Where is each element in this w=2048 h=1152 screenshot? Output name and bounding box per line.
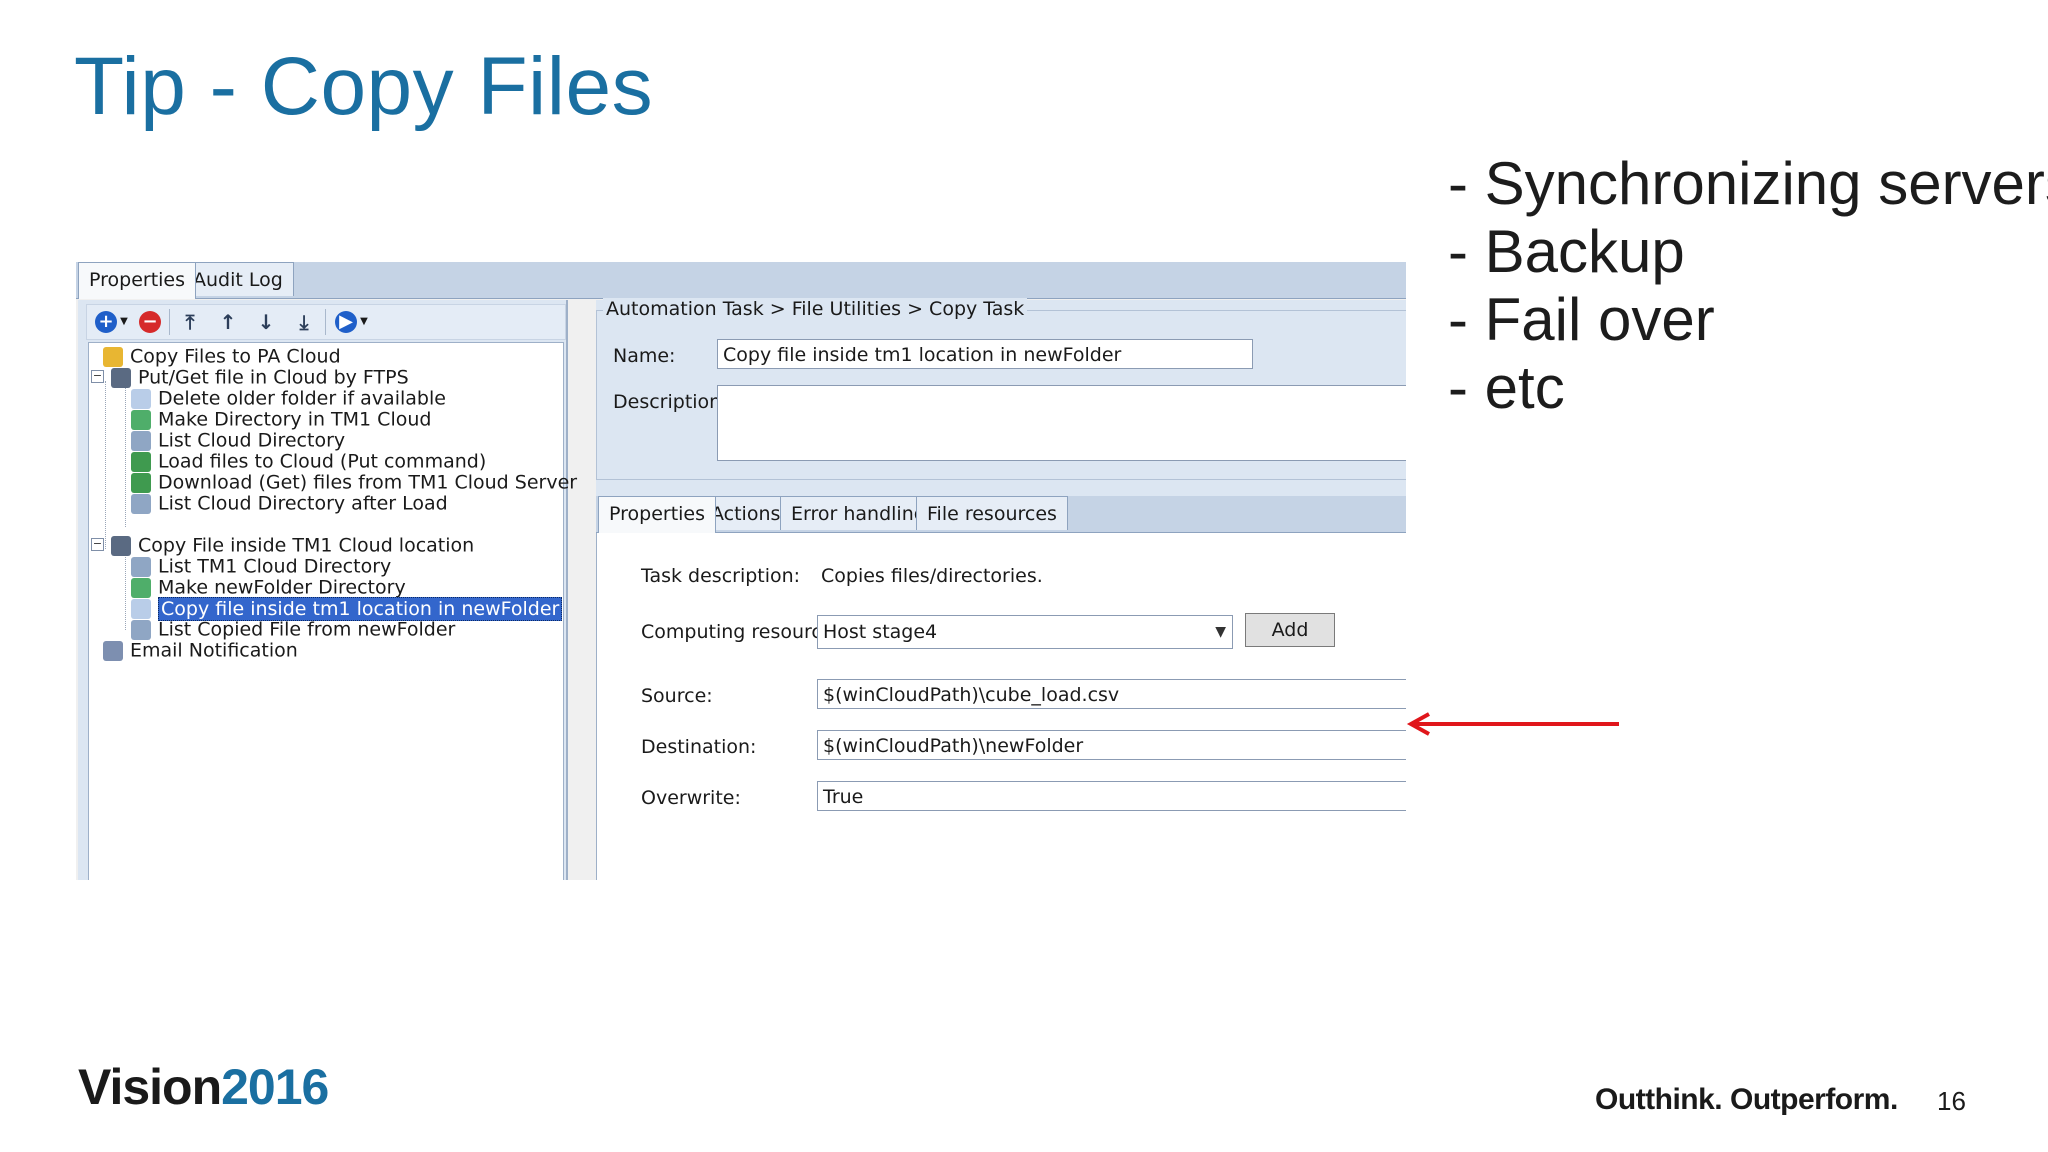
add-icon[interactable]: + bbox=[95, 311, 117, 333]
remove-icon[interactable]: − bbox=[139, 311, 161, 333]
collapse-icon[interactable]: − bbox=[91, 370, 104, 383]
source-field[interactable]: $(winCloudPath)\cube_load.csv bbox=[817, 679, 1406, 709]
subtab-error-handling[interactable]: Error handling bbox=[780, 496, 937, 530]
destination-field[interactable]: $(winCloudPath)\newFolder bbox=[817, 730, 1406, 760]
tab-audit-log[interactable]: Audit Log bbox=[182, 262, 294, 296]
move-bottom-icon[interactable]: ⤓ bbox=[291, 309, 317, 335]
task-groupbox: Automation Task > File Utilities > Copy … bbox=[596, 298, 1406, 480]
subtab-file-resources[interactable]: File resources bbox=[916, 496, 1068, 530]
task-description-label: Task description: bbox=[641, 565, 801, 587]
name-field[interactable]: Copy file inside tm1 location in newFold… bbox=[717, 339, 1253, 369]
computing-resource-value: Host stage4 bbox=[823, 621, 938, 643]
tree-toolbar: + ▼ − ⤒ ↑ ↓ ⤓ ▶ ▼ bbox=[86, 304, 566, 340]
name-label: Name: bbox=[613, 345, 676, 367]
subtab-properties[interactable]: Properties bbox=[598, 496, 717, 533]
bullet-item: - etc bbox=[1448, 354, 1565, 421]
toolbar-divider bbox=[325, 309, 326, 335]
list-dir-icon bbox=[131, 493, 151, 514]
description-field[interactable] bbox=[717, 385, 1406, 461]
task-subtab-bar: Properties Actions Error handling File r… bbox=[596, 496, 1406, 533]
add-button[interactable]: Add bbox=[1245, 613, 1335, 647]
tasklist-icon bbox=[111, 535, 131, 556]
slide-title: Tip - Copy Files bbox=[74, 41, 654, 132]
chevron-down-icon[interactable]: ▼ bbox=[359, 309, 369, 335]
vision-logo: Vision2016 bbox=[78, 1058, 329, 1116]
move-up-icon[interactable]: ↑ bbox=[215, 309, 241, 335]
app-screenshot: Properties Audit Log + ▼ − ⤒ ↑ ↓ ⤓ ▶ ▼ C… bbox=[76, 250, 1406, 880]
tree-item[interactable]: Email Notification bbox=[103, 637, 298, 663]
logo-text-year: 2016 bbox=[221, 1059, 329, 1115]
tree-line bbox=[125, 381, 126, 527]
chevron-down-icon: ▼ bbox=[1215, 624, 1226, 640]
chevron-down-icon[interactable]: ▼ bbox=[119, 309, 129, 335]
move-down-icon[interactable]: ↓ bbox=[253, 309, 279, 335]
bullet-item: - Backup bbox=[1448, 218, 1685, 285]
tree-line bbox=[105, 381, 106, 549]
tagline: Outthink. Outperform. bbox=[1595, 1083, 1898, 1116]
run-icon[interactable]: ▶ bbox=[335, 311, 357, 333]
tree-item[interactable]: List Cloud Directory after Load bbox=[131, 490, 448, 516]
breadcrumb: Automation Task > File Utilities > Copy … bbox=[603, 298, 1028, 320]
source-label: Source: bbox=[641, 685, 713, 707]
red-arrow-icon bbox=[1406, 712, 1619, 736]
task-description-value: Copies files/directories. bbox=[821, 565, 1043, 587]
description-label: Description: bbox=[613, 391, 728, 413]
bullet-item: - Fail over bbox=[1448, 286, 1715, 353]
bullet-list: - Synchronizing servers - Backup - Fail … bbox=[1448, 150, 2048, 422]
tab-properties[interactable]: Properties bbox=[78, 262, 197, 299]
cropped-header bbox=[76, 250, 1406, 262]
computing-resource-select[interactable]: Host stage4 ▼ bbox=[817, 615, 1233, 649]
toolbar-divider bbox=[169, 309, 170, 335]
collapse-icon[interactable]: − bbox=[91, 538, 104, 551]
overwrite-label: Overwrite: bbox=[641, 787, 741, 809]
destination-label: Destination: bbox=[641, 736, 757, 758]
overwrite-field[interactable]: True bbox=[817, 781, 1406, 811]
tasklist-icon bbox=[111, 367, 131, 388]
task-tree: Copy Files to PA Cloud − Put/Get file in… bbox=[88, 342, 577, 880]
task-properties-pane: Automation Task > File Utilities > Copy … bbox=[596, 298, 1406, 880]
move-top-icon[interactable]: ⤒ bbox=[177, 309, 203, 335]
main-tab-bar: Properties Audit Log bbox=[76, 262, 1406, 299]
bullet-item: - Synchronizing servers bbox=[1448, 150, 2048, 217]
page-number: 16 bbox=[1937, 1086, 1966, 1116]
task-tree-pane: + ▼ − ⤒ ↑ ↓ ⤓ ▶ ▼ Copy Files to PA Cloud… bbox=[78, 300, 577, 880]
properties-panel: Task description: Copies files/directori… bbox=[596, 533, 1406, 880]
email-icon bbox=[103, 640, 123, 661]
tree-line bbox=[125, 548, 126, 630]
logo-text-vision: Vision bbox=[78, 1059, 222, 1115]
computing-resource-label: Computing resource: bbox=[641, 621, 840, 643]
